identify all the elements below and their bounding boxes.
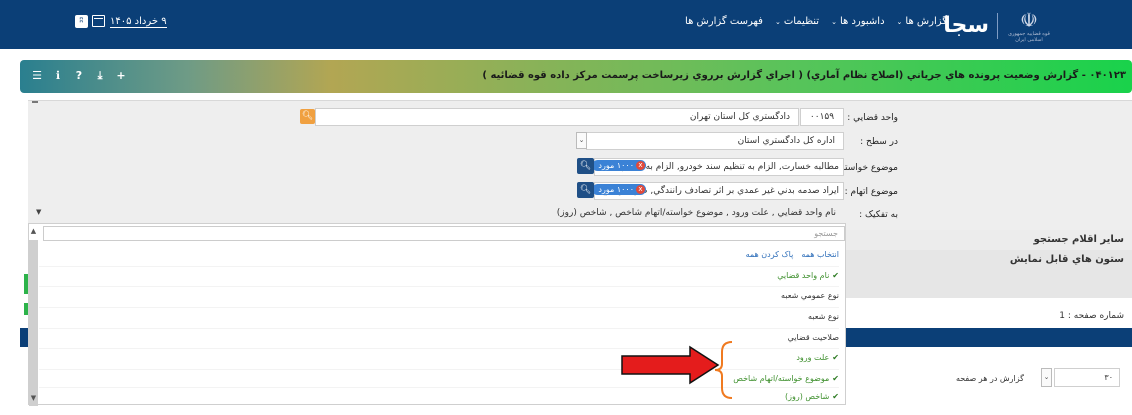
remove-icon[interactable]: x bbox=[636, 161, 645, 170]
list-item[interactable]: نوع شعبه bbox=[39, 307, 839, 325]
check-icon: ✔ bbox=[832, 353, 839, 362]
top-navbar: ☫ قوه قضاییه جمهوری اسلامی ایران سجا گزا… bbox=[0, 0, 1132, 49]
search-icon[interactable]: 🔍︎ bbox=[577, 158, 594, 174]
level-label: در سطح : bbox=[860, 137, 898, 147]
scroll-up-icon[interactable]: ▲ bbox=[29, 224, 38, 238]
page-number: شماره صفحه : 1 bbox=[1059, 311, 1124, 321]
visible-columns-title[interactable]: ستون هاي قابل نمايش bbox=[1010, 254, 1124, 265]
per-page-select[interactable]: ۳۰ bbox=[1054, 368, 1120, 387]
claim-badge-wrap: ۱۰۰۰ مورد x bbox=[594, 158, 650, 176]
menu-report-list[interactable]: فهرست گزارش ها bbox=[685, 16, 763, 27]
claim-count-badge[interactable]: ۱۰۰۰ مورد x bbox=[594, 160, 646, 171]
calendar-icon[interactable] bbox=[92, 15, 105, 27]
breakdown-select[interactable]: نام واحد قضايي , علت ورود , موضوع خواسته… bbox=[32, 205, 844, 221]
report-toolbar: ☰ ℹ ? ⤓ + bbox=[30, 69, 128, 83]
info-icon[interactable]: ℹ bbox=[51, 69, 65, 83]
brand-name: سجا bbox=[943, 13, 989, 38]
chevron-down-icon: ⌄ bbox=[831, 18, 837, 26]
menu-dashboards[interactable]: داشبورد ها⌄ bbox=[831, 16, 884, 27]
breakdown-label: به تفكيک : bbox=[859, 210, 898, 220]
help-icon[interactable]: ? bbox=[72, 69, 86, 83]
chevron-down-icon[interactable]: ⌄ bbox=[1041, 368, 1052, 387]
download-icon[interactable]: ⤓ bbox=[93, 69, 107, 83]
clear-all-link[interactable]: پاک كردن همه bbox=[746, 250, 794, 259]
search-icon[interactable]: 🔍︎ bbox=[577, 182, 594, 198]
per-page-label: گزارش در هر صفحه bbox=[955, 374, 1024, 383]
dropdown-search-input[interactable]: جستجو bbox=[43, 226, 845, 241]
scroll-down-icon[interactable]: ▼ bbox=[29, 392, 38, 404]
level-select[interactable]: اداره كل دادگستري استان bbox=[586, 132, 844, 150]
check-icon: ✔ bbox=[832, 392, 839, 401]
main-menu: گزارش ها⌄ داشبورد ها⌄ تنظیمات⌄ فهرست گزا… bbox=[685, 16, 947, 27]
report-title: ۰۴۰۱۲۳ - گزارش وضعیت پرونده هاي جرياني (… bbox=[482, 70, 1126, 81]
judicial-unit-code-field[interactable]: ۰۰۱۵۹ bbox=[800, 108, 844, 126]
current-date[interactable]: ۹ خرداد ۱۴۰۵ bbox=[110, 16, 167, 28]
other-search-title[interactable]: ساير اقلام جستجو bbox=[1034, 234, 1124, 245]
menu-reports[interactable]: گزارش ها⌄ bbox=[897, 16, 947, 27]
logo-divider bbox=[997, 13, 998, 39]
dropdown-actions: انتخاب همه پاک كردن همه bbox=[746, 250, 839, 259]
caret-down-icon[interactable]: ▼ bbox=[36, 208, 41, 216]
annotation-brace-icon bbox=[714, 341, 733, 399]
logo[interactable]: ☫ قوه قضاییه جمهوری اسلامی ایران سجا bbox=[943, 9, 1052, 43]
remove-icon[interactable]: x bbox=[636, 185, 645, 194]
rss-icon[interactable]: ʭ bbox=[75, 15, 88, 28]
report-header: ۰۴۰۱۲۳ - گزارش وضعیت پرونده هاي جرياني (… bbox=[20, 60, 1132, 93]
add-icon[interactable]: + bbox=[114, 69, 128, 83]
charge-subject-label: موضوع اتهام : bbox=[844, 187, 898, 197]
scrollbar[interactable] bbox=[29, 240, 38, 406]
chevron-down-icon[interactable]: ⌄ bbox=[576, 132, 587, 149]
charge-badge-wrap: ۱۰۰۰ مورد x bbox=[594, 182, 650, 200]
select-all-link[interactable]: انتخاب همه bbox=[801, 250, 839, 259]
chevron-down-icon: ⌄ bbox=[896, 18, 903, 26]
search-icon[interactable]: 🔍︎ bbox=[300, 109, 315, 124]
check-icon: ✔ bbox=[832, 271, 839, 280]
menu-settings[interactable]: تنظیمات⌄ bbox=[775, 16, 819, 27]
judicial-unit-label: واحد قضايي : bbox=[847, 113, 898, 123]
check-icon: ✔ bbox=[832, 374, 839, 383]
list-item[interactable]: ✔نام واحد قضايي bbox=[39, 266, 839, 284]
annotation-arrow-icon bbox=[621, 345, 720, 385]
collapse-icon[interactable] bbox=[32, 101, 38, 103]
charge-count-badge[interactable]: ۱۰۰۰ مورد x bbox=[594, 184, 646, 195]
list-item[interactable]: نوع عمومي شعبه bbox=[39, 286, 839, 304]
chevron-down-icon: ⌄ bbox=[774, 18, 781, 26]
judicial-unit-name-field[interactable]: دادگستري كل استان تهران bbox=[315, 108, 799, 126]
menu-icon[interactable]: ☰ bbox=[30, 69, 44, 83]
judiciary-emblem-icon: ☫ قوه قضاییه جمهوری اسلامی ایران bbox=[1008, 8, 1050, 43]
